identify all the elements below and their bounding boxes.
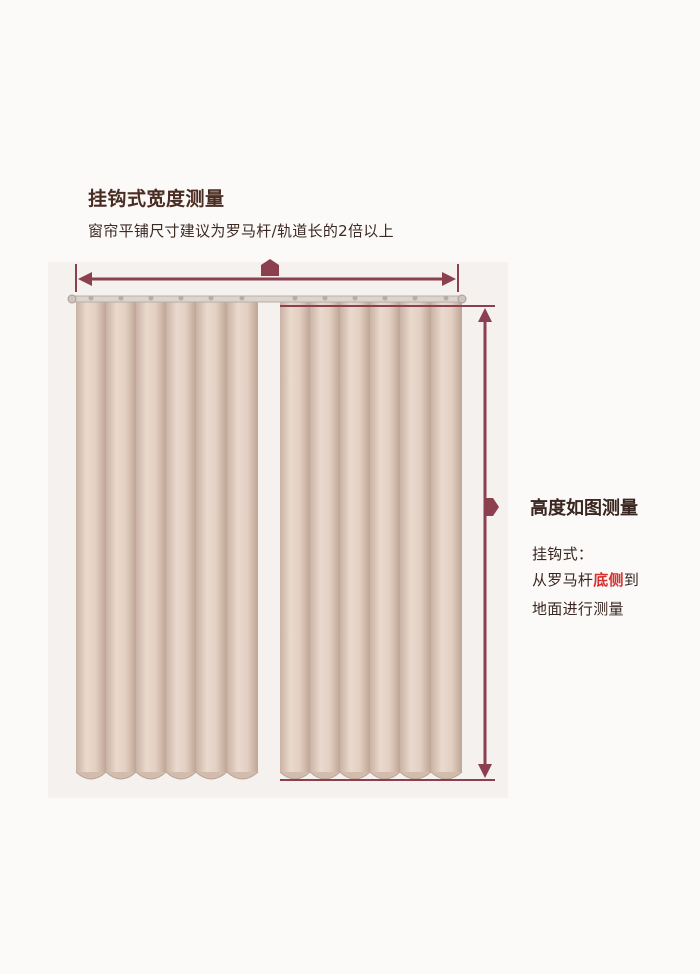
right-curtain-panel [279, 302, 463, 780]
height-measure-title: 高度如图测量 [530, 498, 638, 519]
curtain-rod [67, 294, 467, 304]
width-dimension-arrow [75, 259, 459, 292]
instruction-suffix: 到 [623, 571, 640, 589]
highlight-bottom-side: 底侧 [593, 571, 624, 589]
curtain-diagram [67, 259, 499, 781]
height-measure-instruction: 从罗马杆底侧到 [532, 569, 639, 590]
height-measure-hook-label: 挂钩式： [532, 545, 594, 563]
instruction-prefix: 从罗马杆 [532, 571, 594, 589]
height-measure-instruction-end: 地面进行测量 [532, 600, 624, 618]
left-curtain-panel [75, 302, 259, 780]
